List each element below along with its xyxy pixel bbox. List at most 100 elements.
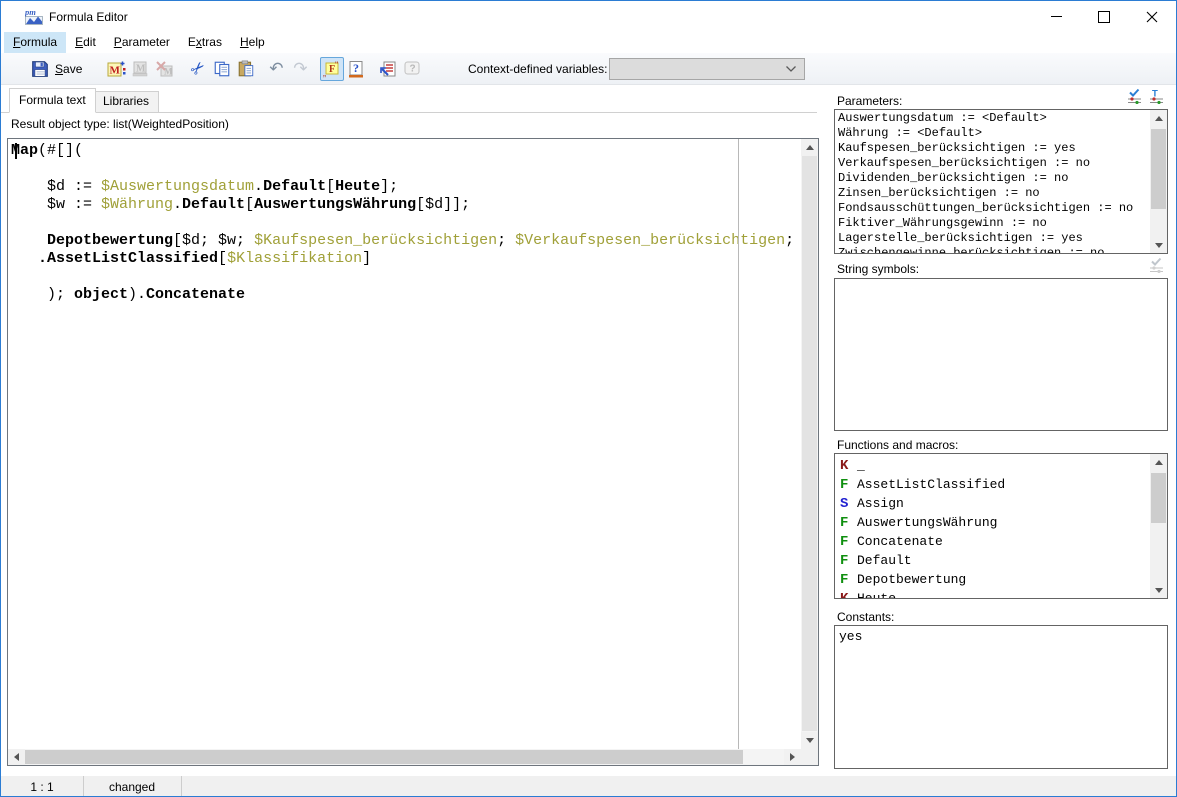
- menu-item-parameter[interactable]: Parameter: [105, 32, 179, 53]
- function-help-button[interactable]: ?: [344, 57, 368, 81]
- menu-item-help[interactable]: Help: [231, 32, 274, 53]
- function-item[interactable]: FAssetListClassified: [835, 475, 1150, 494]
- parameters-list[interactable]: Auswertungsdatum := <Default>Währung := …: [834, 109, 1168, 254]
- context-variables-label: Context-defined variables:: [468, 62, 607, 76]
- arrow-right-icon: [790, 753, 795, 761]
- code-line: .AssetListClassified[$Klassifikation]: [11, 250, 801, 268]
- horizontal-scroll-thumb[interactable]: [25, 750, 743, 764]
- maximize-button[interactable]: [1080, 1, 1128, 32]
- editor-vertical-scrollbar[interactable]: [801, 139, 818, 749]
- scroll-up-button[interactable]: [1150, 454, 1167, 470]
- parameter-item[interactable]: Kaufspesen_berücksichtigen := yes: [835, 141, 1150, 156]
- editor-horizontal-scrollbar[interactable]: [8, 749, 801, 765]
- parameter-item[interactable]: Verkaufspesen_berücksichtigen := no: [835, 156, 1150, 171]
- kind-letter-icon: F: [840, 572, 857, 588]
- macro-new-icon: M: [106, 59, 126, 79]
- scroll-up-button[interactable]: [801, 139, 818, 156]
- function-item[interactable]: FAuswertungsWährung: [835, 513, 1150, 532]
- functions-scrollbar[interactable]: [1150, 454, 1167, 598]
- copy-button[interactable]: [210, 57, 234, 81]
- scroll-down-button[interactable]: [1150, 237, 1167, 253]
- check-filter-disabled-icon: [1148, 257, 1166, 273]
- tab-libraries[interactable]: Libraries: [93, 91, 159, 113]
- window-controls: [1032, 1, 1176, 32]
- constants-label: Constants:: [837, 610, 894, 624]
- kind-letter-icon: F: [840, 477, 857, 493]
- parameter-item[interactable]: Zwischengewinne_berücksichtigen := no: [835, 246, 1150, 254]
- kind-letter-icon: F: [840, 553, 857, 569]
- functions-list[interactable]: K_FAssetListClassifiedSAssignFAuswertung…: [834, 453, 1168, 599]
- macro-edit-icon: M: [130, 59, 150, 79]
- macro-delete-button[interactable]: M: [152, 57, 176, 81]
- tab-formula-text[interactable]: Formula text: [9, 88, 96, 113]
- macro-edit-button[interactable]: M: [128, 57, 152, 81]
- scroll-down-button[interactable]: [1150, 582, 1167, 598]
- macro-new-button[interactable]: M: [104, 57, 128, 81]
- parameters-scrollbar[interactable]: [1150, 110, 1167, 253]
- parameter-item[interactable]: Auswertungsdatum := <Default>: [835, 111, 1150, 126]
- minimize-button[interactable]: [1032, 1, 1080, 32]
- title-bar: pm Formula Editor: [1, 1, 1176, 32]
- constant-item[interactable]: yes: [835, 626, 1167, 645]
- kind-letter-icon: K: [840, 458, 857, 474]
- chevron-down-icon: [785, 65, 797, 73]
- string-symbols-list[interactable]: [834, 278, 1168, 431]
- scroll-thumb[interactable]: [1151, 129, 1166, 209]
- parameters-rows: Auswertungsdatum := <Default>Währung := …: [835, 111, 1150, 254]
- scroll-down-button[interactable]: [801, 732, 818, 749]
- parameter-item[interactable]: Zinsen_berücksichtigen := no: [835, 186, 1150, 201]
- function-item[interactable]: FConcatenate: [835, 532, 1150, 551]
- vertical-scroll-thumb[interactable]: [802, 156, 817, 731]
- parameter-item[interactable]: Lagerstelle_berücksichtigen := yes: [835, 231, 1150, 246]
- minimize-icon: [1051, 16, 1062, 17]
- parameter-item[interactable]: Währung := <Default>: [835, 126, 1150, 141]
- function-name: AuswertungsWährung: [857, 515, 997, 530]
- constants-list[interactable]: yes: [834, 625, 1168, 769]
- save-icon: [31, 60, 49, 78]
- parameter-item[interactable]: Fondsausschüttungen_berücksichtigen := n…: [835, 201, 1150, 216]
- svg-text:M: M: [164, 66, 173, 76]
- modified-state: changed: [83, 780, 181, 794]
- arrow-left-icon: [14, 753, 19, 761]
- context-variables-combo[interactable]: [609, 58, 805, 80]
- parameter-item[interactable]: Fiktiver_Währungsgewinn := no: [835, 216, 1150, 231]
- context-help-button[interactable]: ?: [400, 57, 424, 81]
- parameters-check-filter-button[interactable]: [1125, 87, 1145, 105]
- scroll-thumb[interactable]: [1151, 473, 1166, 523]
- string-function-toggle[interactable]: F " „: [320, 57, 344, 81]
- context-help-icon: ?: [402, 59, 422, 79]
- function-name: Concatenate: [857, 534, 943, 549]
- parameter-item[interactable]: Dividenden_berücksichtigen := no: [835, 171, 1150, 186]
- cut-icon: ✂: [187, 57, 209, 79]
- scroll-right-button[interactable]: [784, 749, 801, 765]
- function-item[interactable]: FDefault: [835, 551, 1150, 570]
- check-formula-button[interactable]: [376, 57, 400, 81]
- svg-text:„: „: [323, 68, 326, 78]
- redo-icon: ↷: [293, 60, 307, 77]
- menu-item-edit[interactable]: Edit: [66, 32, 105, 53]
- string-symbols-filter-button[interactable]: [1147, 256, 1167, 274]
- close-button[interactable]: [1128, 1, 1176, 32]
- redo-button[interactable]: ↷: [288, 57, 312, 81]
- function-item[interactable]: SAssign: [835, 494, 1150, 513]
- code-area[interactable]: Map(#[]( $d := $Auswertungsdatum.Default…: [8, 139, 801, 749]
- parameters-text-filter-button[interactable]: T: [1147, 87, 1167, 105]
- toolbar: Save M M M: [1, 53, 1176, 85]
- menu-bar: FormulaEditParameterExtrasHelp: [1, 32, 1176, 53]
- undo-button[interactable]: ↶: [264, 57, 288, 81]
- cut-button[interactable]: ✂: [186, 57, 210, 81]
- function-item[interactable]: KHeute: [835, 589, 1150, 599]
- save-button[interactable]: Save: [31, 60, 82, 78]
- scroll-left-button[interactable]: [8, 749, 25, 765]
- paste-button[interactable]: [234, 57, 258, 81]
- cursor-position: 1 : 1: [1, 780, 83, 794]
- menu-item-formula[interactable]: Formula: [4, 32, 66, 53]
- scroll-up-button[interactable]: [1150, 110, 1167, 126]
- window-title: Formula Editor: [49, 10, 128, 24]
- string-symbols-label: String symbols:: [837, 262, 919, 276]
- function-item[interactable]: K_: [835, 456, 1150, 475]
- undo-icon: ↶: [269, 60, 283, 77]
- svg-text:M: M: [136, 63, 146, 74]
- function-item[interactable]: FDepotbewertung: [835, 570, 1150, 589]
- menu-item-extras[interactable]: Extras: [179, 32, 231, 53]
